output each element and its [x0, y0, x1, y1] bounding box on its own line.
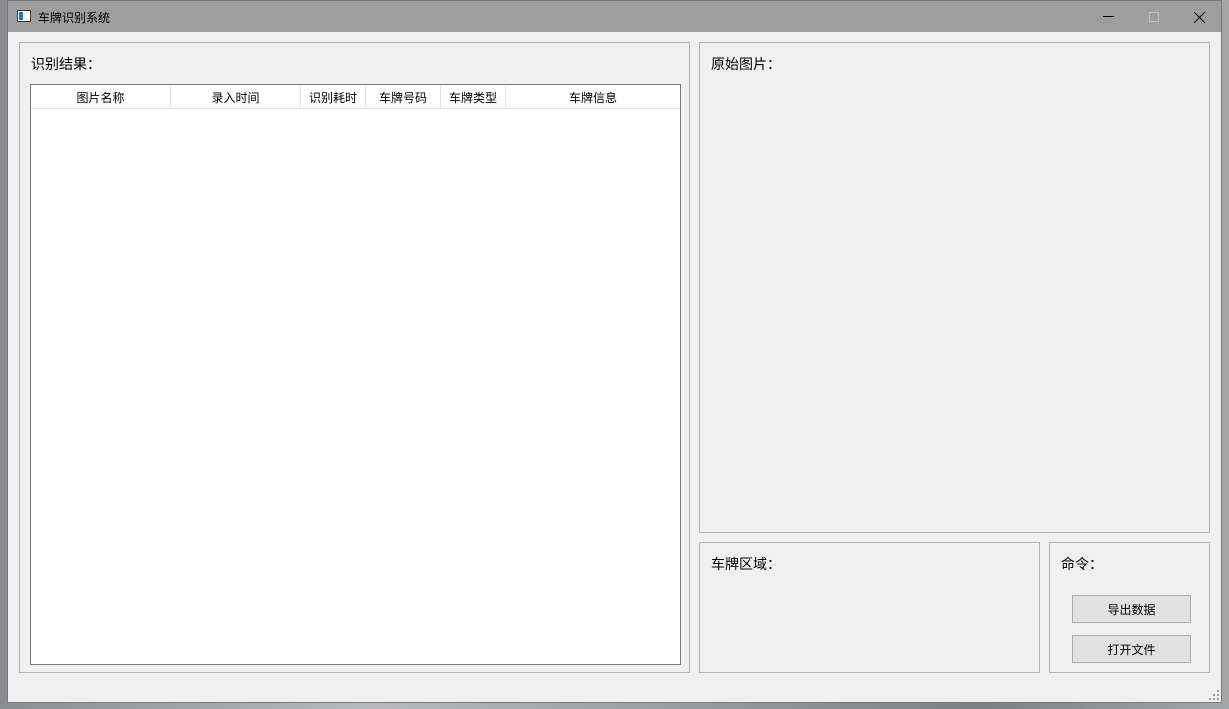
main-window: 车牌识别系统 识别结果： 图片名称 录入时间 识别耗时 车牌号码 车牌类型 车牌… [7, 0, 1222, 703]
column-header-image-name[interactable]: 图片名称 [31, 85, 171, 109]
column-header-plate-info[interactable]: 车牌信息 [506, 85, 680, 109]
table-header: 图片名称 录入时间 识别耗时 车牌号码 车牌类型 车牌信息 [31, 85, 680, 109]
command-group: 命令： 导出数据 打开文件 [1049, 542, 1210, 673]
results-table[interactable]: 图片名称 录入时间 识别耗时 车牌号码 车牌类型 车牌信息 [30, 84, 681, 665]
maximize-icon [1149, 11, 1159, 22]
column-header-duration[interactable]: 识别耗时 [301, 85, 366, 109]
column-header-plate-type[interactable]: 车牌类型 [441, 85, 506, 109]
open-file-button[interactable]: 打开文件 [1072, 635, 1191, 663]
results-title: 识别结果： [31, 57, 101, 73]
minimize-icon [1102, 16, 1114, 17]
original-image-title: 原始图片： [711, 57, 781, 73]
original-image-group: 原始图片： [699, 42, 1210, 533]
column-header-entry-time[interactable]: 录入时间 [171, 85, 301, 109]
command-title: 命令： [1061, 557, 1103, 573]
close-icon [1194, 11, 1206, 23]
results-group: 识别结果： 图片名称 录入时间 识别耗时 车牌号码 车牌类型 车牌信息 [19, 42, 690, 673]
plate-region-group: 车牌区域： [699, 542, 1040, 673]
title-bar[interactable]: 车牌识别系统 [8, 1, 1221, 32]
column-header-plate-number[interactable]: 车牌号码 [366, 85, 441, 109]
resize-grip[interactable] [1209, 690, 1219, 700]
plate-region-title: 车牌区域： [711, 557, 781, 573]
window-title: 车牌识别系统 [38, 11, 111, 25]
export-data-button[interactable]: 导出数据 [1072, 595, 1191, 623]
maximize-button[interactable] [1131, 1, 1177, 32]
minimize-button[interactable] [1085, 1, 1131, 32]
app-icon [17, 10, 31, 22]
close-button[interactable] [1177, 1, 1223, 32]
